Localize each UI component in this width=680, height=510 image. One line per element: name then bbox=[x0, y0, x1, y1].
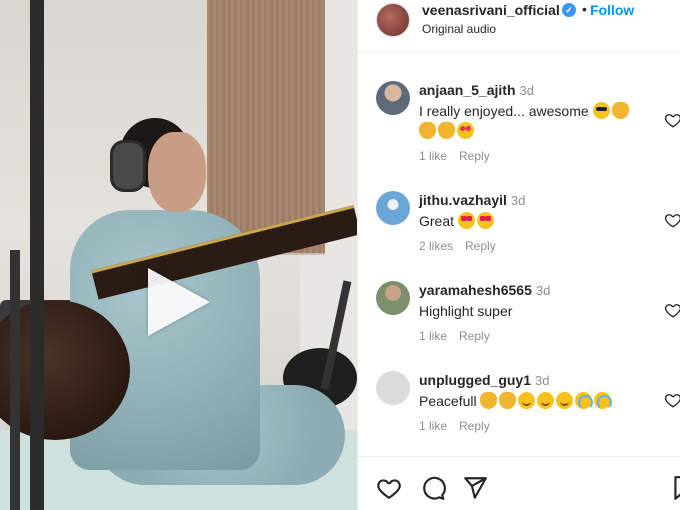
like-heart-icon[interactable] bbox=[664, 111, 680, 129]
star-struck-icon bbox=[457, 122, 474, 139]
comment-meta: 1 like Reply bbox=[419, 149, 502, 163]
comment-text: Peacefull bbox=[419, 391, 649, 411]
comment-likes[interactable]: 1 like bbox=[419, 149, 447, 163]
grinning-face-with-sweat-icon bbox=[594, 392, 613, 410]
like-heart-icon[interactable] bbox=[664, 301, 680, 319]
heart-eyes-icon bbox=[476, 212, 494, 229]
avatar[interactable] bbox=[376, 191, 410, 225]
like-heart-icon[interactable] bbox=[664, 211, 680, 229]
smiling-face-with-sunglasses-icon bbox=[592, 102, 610, 119]
comment-time[interactable]: 3d bbox=[511, 193, 525, 208]
comment-likes[interactable]: 1 like bbox=[419, 419, 447, 433]
comment-body: I really enjoyed... awesome bbox=[419, 103, 589, 119]
like-heart-icon[interactable] bbox=[664, 391, 680, 409]
comment-body: Peacefull bbox=[419, 393, 477, 409]
reply-button[interactable]: Reply bbox=[459, 419, 490, 433]
comment-meta: 1 like Reply bbox=[419, 329, 502, 343]
comment-body: Highlight super bbox=[419, 303, 513, 319]
share-send-icon[interactable] bbox=[462, 475, 488, 501]
comment-meta: 2 likes Reply bbox=[419, 239, 508, 253]
heart-eyes-icon bbox=[457, 212, 475, 229]
comment-username-line: yaramahesh6565 3d bbox=[419, 282, 550, 298]
clipped-previous-comment bbox=[478, 44, 618, 52]
comment-username-line: jithu.vazhayil 3d bbox=[419, 192, 525, 208]
like-heart-icon[interactable] bbox=[376, 475, 402, 501]
mic-stand bbox=[30, 0, 44, 510]
play-icon[interactable] bbox=[148, 268, 210, 336]
separator-dot: • bbox=[582, 1, 587, 17]
comment-text: Great bbox=[419, 211, 649, 231]
comment-time[interactable]: 3d bbox=[536, 283, 550, 298]
comment-list: anjaan_5_ajith 3d I really enjoyed... awe… bbox=[358, 53, 680, 453]
comment-item: unplugged_guy1 3d Peacefull 1 like Reply bbox=[358, 343, 680, 433]
reply-button[interactable]: Reply bbox=[465, 239, 496, 253]
comment-item: jithu.vazhayil 3d Great 2 likes Reply bbox=[358, 163, 680, 253]
comments-panel: veenasrivani_official ✓ • Follow Origina… bbox=[357, 0, 680, 510]
comment-item: yaramahesh6565 3d Highlight super 1 like R… bbox=[358, 253, 680, 343]
reel-video[interactable] bbox=[0, 0, 357, 510]
comment-meta: 1 like Reply bbox=[419, 419, 502, 433]
comment-username[interactable]: yaramahesh6565 bbox=[419, 282, 532, 298]
clapping-hands-icon bbox=[438, 122, 455, 139]
comment-username[interactable]: jithu.vazhayil bbox=[419, 192, 507, 208]
comment-time[interactable]: 3d bbox=[535, 373, 549, 388]
comment-text: Highlight super bbox=[419, 301, 649, 321]
smiling-face-icon bbox=[518, 392, 536, 409]
comment-username-line: unplugged_guy1 3d bbox=[419, 372, 549, 388]
clapping-hands-icon bbox=[499, 392, 517, 409]
clapping-hands-icon bbox=[611, 102, 629, 119]
comment-body: Great bbox=[419, 213, 455, 229]
avatar[interactable] bbox=[376, 81, 410, 115]
post-action-bar bbox=[358, 456, 680, 510]
bookmark-icon[interactable] bbox=[670, 475, 680, 501]
post-header: veenasrivani_official ✓ • Follow Origina… bbox=[358, 0, 680, 52]
verified-badge-icon: ✓ bbox=[562, 3, 576, 17]
avatar[interactable] bbox=[376, 3, 410, 37]
comment-time[interactable]: 3d bbox=[520, 83, 534, 98]
comment-likes[interactable]: 2 likes bbox=[419, 239, 453, 253]
smiling-face-icon bbox=[556, 392, 574, 409]
smiling-face-icon bbox=[537, 392, 555, 409]
follow-button[interactable]: Follow bbox=[590, 2, 634, 18]
performer-face bbox=[148, 132, 206, 212]
clapping-hands-icon bbox=[480, 392, 498, 409]
audio-link[interactable]: Original audio bbox=[422, 22, 496, 36]
avatar[interactable] bbox=[376, 371, 410, 405]
post-username[interactable]: veenasrivani_official bbox=[422, 2, 560, 18]
reply-button[interactable]: Reply bbox=[459, 329, 490, 343]
headphones bbox=[110, 140, 146, 192]
comment-text: I really enjoyed... awesome bbox=[419, 101, 649, 141]
comment-username-line: anjaan_5_ajith 3d bbox=[419, 82, 534, 98]
grinning-face-with-sweat-icon bbox=[575, 392, 594, 410]
clapping-hands-icon bbox=[419, 122, 436, 139]
reply-button[interactable]: Reply bbox=[459, 149, 490, 163]
comment-bubble-icon[interactable] bbox=[420, 475, 446, 501]
avatar[interactable] bbox=[376, 281, 410, 315]
comment-item: anjaan_5_ajith 3d I really enjoyed... awe… bbox=[358, 53, 680, 163]
comment-likes[interactable]: 1 like bbox=[419, 329, 447, 343]
comment-username[interactable]: anjaan_5_ajith bbox=[419, 82, 516, 98]
mic-stand-back bbox=[10, 250, 20, 510]
comment-username[interactable]: unplugged_guy1 bbox=[419, 372, 531, 388]
